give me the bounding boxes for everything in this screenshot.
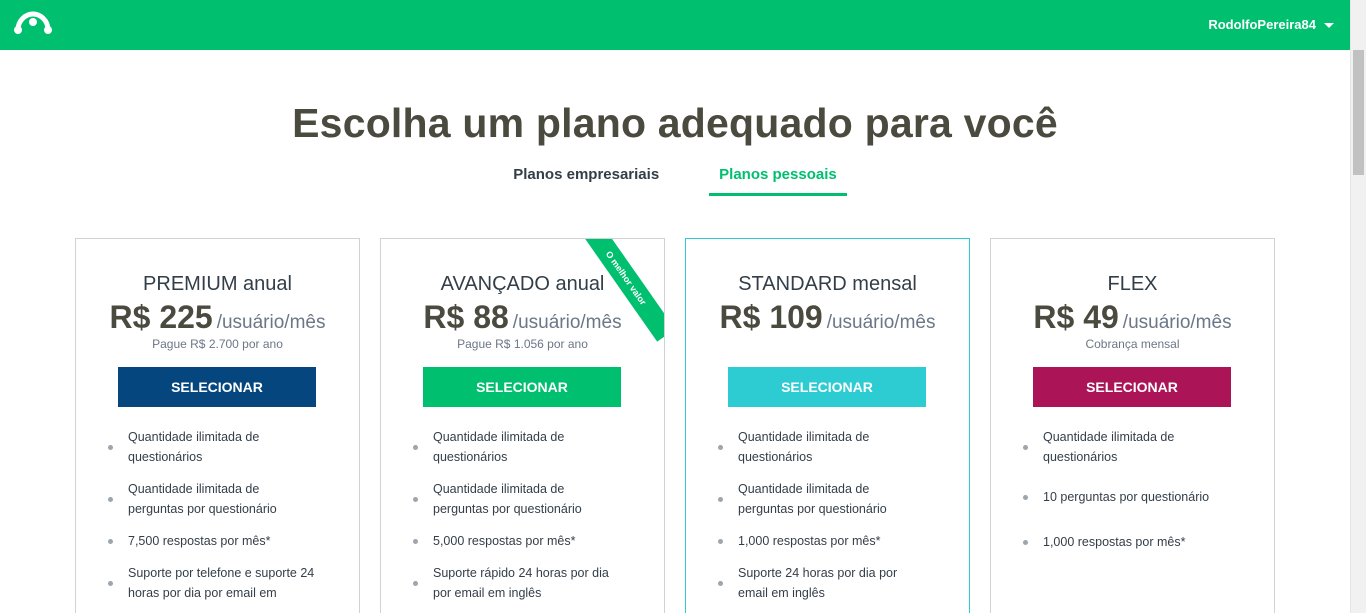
feature-item: Quantidade ilimitada de questionários <box>716 427 926 467</box>
tab-personal-plans[interactable]: Planos pessoais <box>709 166 847 196</box>
bullet-icon <box>108 581 113 586</box>
username-label: RodolfoPereira84 <box>1208 17 1316 32</box>
plan-name: FLEX <box>1107 273 1158 295</box>
scrollbar-thumb[interactable] <box>1353 50 1364 175</box>
price-row: R$ 88/usuário/mês <box>381 299 664 336</box>
user-menu[interactable]: RodolfoPereira84 <box>1208 17 1334 32</box>
billing-note: Pague R$ 2.700 por ano <box>152 337 283 351</box>
feature-text: Quantidade ilimitada de perguntas por qu… <box>128 482 277 516</box>
plan-card-standard: STANDARD mensal R$ 109/usuário/mês SELEC… <box>685 238 970 613</box>
feature-item: Quantidade ilimitada de questionários <box>106 427 316 467</box>
bullet-icon <box>108 445 113 450</box>
bullet-icon <box>413 445 418 450</box>
feature-text: 7,500 respostas por mês* <box>128 534 271 548</box>
feature-text: 5,000 respostas por mês* <box>433 534 576 548</box>
feature-item: 1,000 respostas por mês* <box>1021 532 1231 552</box>
bullet-icon <box>108 539 113 544</box>
plan-name: PREMIUM anual <box>143 273 292 295</box>
plan-price: R$ 49 <box>1033 299 1119 335</box>
bullet-icon <box>108 497 113 502</box>
feature-list: Quantidade ilimitada de questionários 10… <box>1021 427 1231 564</box>
top-navigation-bar: RodolfoPereira84 <box>0 0 1350 50</box>
surveymonkey-logo-icon[interactable] <box>14 10 52 36</box>
plan-card-advanced: O melhor valor AVANÇADO anual R$ 88/usuá… <box>380 238 665 613</box>
feature-item: Suporte rápido 24 horas por dia por emai… <box>411 563 621 603</box>
billing-note: Pague R$ 1.056 por ano <box>457 337 588 351</box>
feature-text: Quantidade ilimitada de questionários <box>738 430 870 464</box>
feature-item: Quantidade ilimitada de perguntas por qu… <box>411 479 621 519</box>
bullet-icon <box>718 497 723 502</box>
tab-business-plans[interactable]: Planos empresariais <box>503 166 669 196</box>
feature-item: Quantidade ilimitada de perguntas por qu… <box>106 479 316 519</box>
bullet-icon <box>413 497 418 502</box>
feature-text: Suporte rápido 24 horas por dia por emai… <box>433 566 609 600</box>
plan-type-tabs: Planos empresariais Planos pessoais <box>0 166 1350 196</box>
select-advanced-button[interactable]: SELECIONAR <box>423 367 621 407</box>
price-unit: /usuário/mês <box>216 312 326 333</box>
plan-card-premium: PREMIUM anual R$ 225/usuário/mês Pague R… <box>75 238 360 613</box>
bullet-icon <box>413 539 418 544</box>
feature-text: Quantidade ilimitada de questionários <box>1043 430 1175 464</box>
feature-text: Suporte por telefone e suporte 24 horas … <box>128 566 315 600</box>
bullet-icon <box>1023 540 1028 545</box>
select-standard-button[interactable]: SELECIONAR <box>728 367 926 407</box>
bullet-icon <box>1023 445 1028 450</box>
page-title: Escolha um plano adequado para você <box>292 100 1058 146</box>
billing-note: Cobrança mensal <box>1085 337 1180 351</box>
vertical-scrollbar[interactable] <box>1350 0 1366 613</box>
plan-card-flex: FLEX R$ 49/usuário/mês Cobrança mensal S… <box>990 238 1275 613</box>
feature-item: Quantidade ilimitada de perguntas por qu… <box>716 479 926 519</box>
feature-item: Suporte por telefone e suporte 24 horas … <box>106 563 316 603</box>
price-row: R$ 225/usuário/mês <box>76 299 359 336</box>
feature-item: Quantidade ilimitada de questionários <box>411 427 621 467</box>
bullet-icon <box>718 581 723 586</box>
bullet-icon <box>718 539 723 544</box>
feature-text: 1,000 respostas por mês* <box>1043 535 1186 549</box>
caret-down-icon <box>1324 23 1334 28</box>
feature-item: 5,000 respostas por mês* <box>411 531 621 551</box>
plan-price: R$ 88 <box>423 299 509 335</box>
price-row: R$ 49/usuário/mês <box>991 299 1274 336</box>
bullet-icon <box>718 445 723 450</box>
price-unit: /usuário/mês <box>512 312 622 333</box>
bullet-icon <box>1023 495 1028 500</box>
price-unit: /usuário/mês <box>1122 312 1232 333</box>
select-flex-button[interactable]: SELECIONAR <box>1033 367 1231 407</box>
feature-text: Quantidade ilimitada de perguntas por qu… <box>738 482 887 516</box>
plan-name: AVANÇADO anual <box>440 273 605 295</box>
feature-item: Quantidade ilimitada de questionários <box>1021 427 1231 467</box>
feature-text: Suporte 24 horas por dia por email em in… <box>738 566 898 600</box>
feature-list: Quantidade ilimitada de questionários Qu… <box>106 427 316 613</box>
feature-text: Quantidade ilimitada de perguntas por qu… <box>433 482 582 516</box>
feature-item: 7,500 respostas por mês* <box>106 531 316 551</box>
feature-item: Suporte 24 horas por dia por email em in… <box>716 563 926 603</box>
plan-price: R$ 225 <box>109 299 213 335</box>
price-unit: /usuário/mês <box>826 312 936 333</box>
feature-text: 10 perguntas por questionário <box>1043 490 1210 504</box>
feature-item: 1,000 respostas por mês* <box>716 531 926 551</box>
feature-list: Quantidade ilimitada de questionários Qu… <box>716 427 926 613</box>
feature-text: Quantidade ilimitada de questionários <box>128 430 260 464</box>
bullet-icon <box>413 581 418 586</box>
plan-name: STANDARD mensal <box>738 273 917 295</box>
feature-text: 1,000 respostas por mês* <box>738 534 881 548</box>
feature-list: Quantidade ilimitada de questionários Qu… <box>411 427 621 613</box>
feature-text: Quantidade ilimitada de questionários <box>433 430 565 464</box>
feature-item: 10 perguntas por questionário <box>1021 487 1231 507</box>
price-row: R$ 109/usuário/mês <box>686 299 969 336</box>
plan-price: R$ 109 <box>719 299 823 335</box>
select-premium-button[interactable]: SELECIONAR <box>118 367 316 407</box>
